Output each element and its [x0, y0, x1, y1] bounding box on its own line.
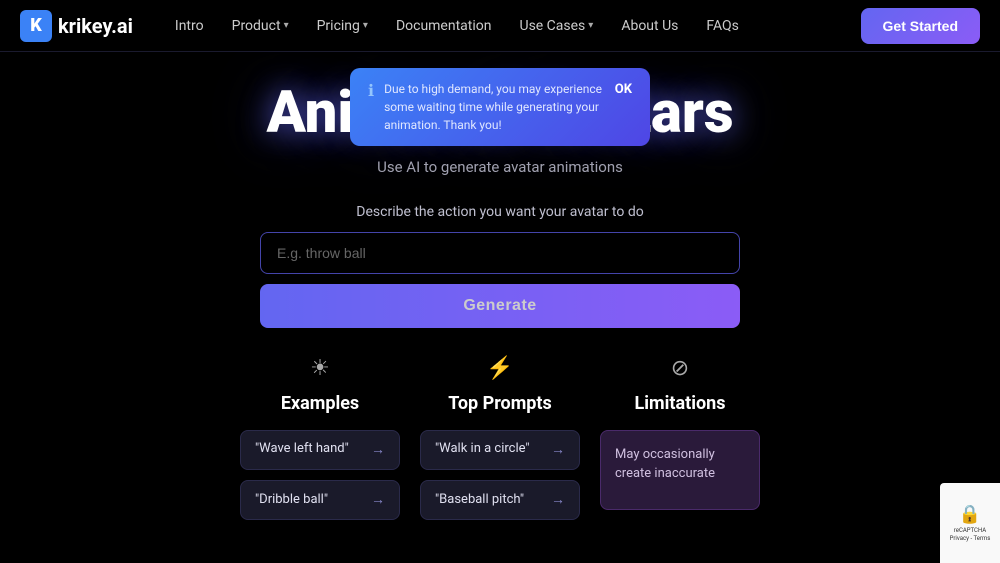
arrow-icon: →	[371, 491, 385, 509]
cards-section: ☀ Examples "Wave left hand" → "Dribble b…	[0, 356, 1000, 520]
lightning-icon: ⚡	[486, 356, 513, 381]
notification-banner: ℹ Due to high demand, you may experience…	[350, 68, 650, 146]
examples-column: ☀ Examples "Wave left hand" → "Dribble b…	[240, 356, 400, 520]
notification-ok-button[interactable]: OK	[615, 82, 632, 97]
logo-icon: K	[20, 10, 52, 42]
recaptcha-badge: 🔒 reCAPTCHAPrivacy - Terms	[940, 483, 1000, 563]
nav-about-us[interactable]: About Us	[609, 12, 690, 40]
arrow-icon: →	[551, 491, 565, 509]
hero-subtitle: Use AI to generate avatar animations	[377, 158, 623, 176]
chevron-down-icon: ▾	[588, 20, 593, 31]
recaptcha-logo: 🔒	[959, 504, 981, 525]
limitations-column: ⊘ Limitations May occasionally create in…	[600, 356, 760, 520]
logo[interactable]: K krikey.ai	[20, 10, 133, 42]
nav-documentation[interactable]: Documentation	[384, 12, 504, 40]
top-prompts-column: ⚡ Top Prompts "Walk in a circle" → "Base…	[420, 356, 580, 520]
logo-text: krikey.ai	[58, 14, 133, 38]
notification-text: Due to high demand, you may experience s…	[384, 80, 605, 134]
navbar: K krikey.ai Intro Product ▾ Pricing ▾ Do…	[0, 0, 1000, 52]
nav-pricing[interactable]: Pricing ▾	[305, 12, 380, 40]
input-area: Generate	[260, 232, 740, 328]
chevron-down-icon: ▾	[363, 20, 368, 31]
action-label: Describe the action you want your avatar…	[356, 204, 643, 220]
avatar-action-input[interactable]	[260, 232, 740, 274]
limitations-text: May occasionally create inaccurate	[600, 430, 760, 510]
recaptcha-text: reCAPTCHAPrivacy - Terms	[950, 527, 991, 541]
arrow-icon: →	[371, 441, 385, 459]
nav-faqs[interactable]: FAQs	[694, 12, 751, 40]
chevron-down-icon: ▾	[284, 20, 289, 31]
nav-links: Intro Product ▾ Pricing ▾ Documentation …	[163, 12, 751, 40]
limitations-icon: ⊘	[671, 356, 689, 381]
nav-intro[interactable]: Intro	[163, 12, 216, 40]
prompt-item-1[interactable]: "Walk in a circle" →	[420, 430, 580, 470]
sun-icon: ☀	[310, 356, 330, 381]
prompt-item-2[interactable]: "Baseball pitch" →	[420, 480, 580, 520]
info-icon: ℹ	[368, 81, 374, 100]
nav-use-cases[interactable]: Use Cases ▾	[507, 12, 605, 40]
top-prompts-label: Top Prompts	[448, 393, 552, 414]
limitations-label: Limitations	[635, 393, 726, 414]
examples-label: Examples	[281, 393, 359, 414]
example-item-1[interactable]: "Wave left hand" →	[240, 430, 400, 470]
generate-button[interactable]: Generate	[260, 284, 740, 328]
get-started-button[interactable]: Get Started	[861, 8, 980, 44]
arrow-icon: →	[551, 441, 565, 459]
example-item-2[interactable]: "Dribble ball" →	[240, 480, 400, 520]
nav-product[interactable]: Product ▾	[220, 12, 301, 40]
